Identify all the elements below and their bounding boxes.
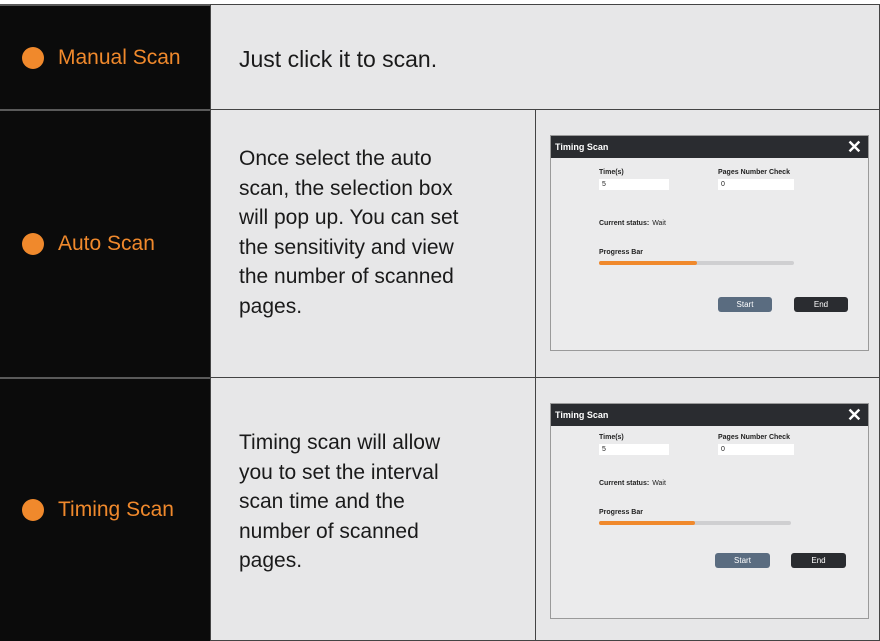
start-button[interactable]: Start [718, 297, 772, 312]
progress-bar [599, 261, 794, 265]
pages-number-check-label: Pages Number Check [718, 434, 790, 441]
mode-label-auto-scan: Auto Scan [58, 232, 155, 255]
time-label: Time(s) [599, 434, 624, 441]
mode-label-cell: Timing Scan [0, 377, 210, 641]
scan-modes-table: Manual Scan Just click it to scan. Auto … [0, 0, 880, 641]
current-status-label: Current status: [599, 220, 650, 227]
pages-number-field[interactable]: 0 [718, 444, 794, 455]
dialog-screenshot-cell: Timing Scan ✕ Time(s) 5 Pages Number Che… [535, 377, 880, 641]
time-label: Time(s) [599, 169, 624, 176]
timing-scan-dialog: Timing Scan ✕ Time(s) 5 Pages Number Che… [550, 403, 869, 619]
dialog-screenshot-cell: Timing Scan ✕ Time(s) 5 Pages Number Che… [535, 109, 880, 377]
bullet-dot-icon [22, 499, 44, 521]
start-button[interactable]: Start [715, 553, 770, 568]
dialog-titlebar: Timing Scan ✕ [551, 404, 868, 426]
table-row-auto-scan: Auto Scan Once select the auto scan, the… [0, 109, 880, 377]
mode-description-cell: Once select the auto scan, the selection… [210, 109, 535, 377]
bullet-dot-icon [22, 233, 44, 255]
current-status-value: Wait [652, 220, 666, 227]
close-icon[interactable]: ✕ [847, 405, 862, 425]
current-status: Current status: Wait [599, 220, 666, 227]
mode-description-auto-scan: Once select the auto scan, the selection… [239, 147, 459, 318]
mode-label-cell: Manual Scan [0, 4, 210, 109]
close-icon[interactable]: ✕ [847, 137, 862, 157]
mode-description-cell: Just click it to scan. [210, 4, 880, 109]
table-row-timing-scan: Timing Scan Timing scan will allow you t… [0, 377, 880, 641]
progress-bar-fill [599, 521, 695, 525]
mode-description-cell: Timing scan will allow you to set the in… [210, 377, 535, 641]
pages-number-field[interactable]: 0 [718, 179, 794, 190]
mode-description-timing-scan: Timing scan will allow you to set the in… [239, 431, 441, 572]
mode-label-cell: Auto Scan [0, 109, 210, 377]
current-status-label: Current status: [599, 480, 650, 487]
mode-label-timing-scan: Timing Scan [58, 498, 174, 521]
timing-scan-dialog: Timing Scan ✕ Time(s) 5 Pages Number Che… [550, 135, 869, 351]
end-button[interactable]: End [794, 297, 848, 312]
progress-bar-label: Progress Bar [599, 509, 643, 516]
end-button[interactable]: End [791, 553, 846, 568]
pages-number-check-label: Pages Number Check [718, 169, 790, 176]
progress-bar-label: Progress Bar [599, 249, 643, 256]
table-row-manual-scan: Manual Scan Just click it to scan. [0, 4, 880, 109]
progress-bar-fill [599, 261, 697, 265]
time-field[interactable]: 5 [599, 444, 669, 455]
progress-bar [599, 521, 791, 525]
current-status: Current status: Wait [599, 480, 666, 487]
bullet-dot-icon [22, 46, 44, 69]
dialog-title: Timing Scan [555, 410, 609, 420]
dialog-title: Timing Scan [555, 142, 609, 152]
mode-label-manual-scan: Manual Scan [58, 45, 181, 69]
mode-description-manual-scan: Just click it to scan. [239, 46, 438, 72]
dialog-titlebar: Timing Scan ✕ [551, 136, 868, 158]
current-status-value: Wait [652, 480, 666, 487]
time-field[interactable]: 5 [599, 179, 669, 190]
